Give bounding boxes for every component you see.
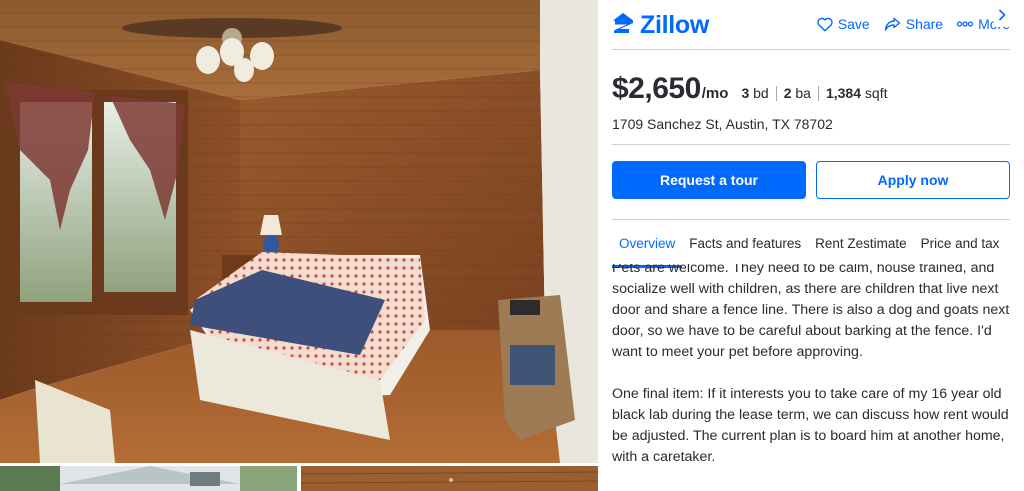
listing-description: Pets are welcome. They need to be calm, … — [612, 264, 1010, 491]
description-paragraph: Pets are welcome. They need to be calm, … — [612, 264, 1010, 360]
listing-tabs: Overview Facts and features Rent Zestima… — [612, 230, 1024, 268]
baths-fact: 2 ba — [775, 85, 818, 101]
listing-details-panel: Zillow Save Share $2,650 /mo 3 bd 2 ba 1… — [598, 0, 1024, 491]
panel-header: Zillow Save Share — [612, 0, 1010, 50]
request-tour-button[interactable]: Request a tour — [612, 161, 806, 199]
apply-now-button[interactable]: Apply now — [816, 161, 1010, 199]
bed-bath-sqft: 3 bd 2 ba 1,384 sqft — [741, 86, 894, 101]
sqft-count: 1,384 — [825, 85, 862, 101]
tab-facts-and-features[interactable]: Facts and features — [682, 230, 808, 268]
baths-count: 2 — [783, 85, 792, 101]
header-actions: Save Share More — [817, 16, 1010, 32]
sqft-fact: 1,384 sqft — [817, 85, 895, 101]
beds-label: bd — [753, 85, 769, 101]
share-label: Share — [905, 16, 944, 32]
beds-fact: 3 bd — [741, 86, 775, 101]
photo-gallery — [0, 0, 598, 491]
more-dots-icon — [957, 21, 974, 27]
description-paragraph: One final item: If it interests you to t… — [612, 386, 1009, 465]
zillow-logo[interactable]: Zillow — [612, 11, 709, 39]
chevron-right-icon — [998, 8, 1006, 26]
zillow-logo-text: Zillow — [640, 10, 710, 39]
zillow-logo-icon — [612, 12, 634, 39]
heart-icon — [817, 17, 833, 32]
listing-address: 1709 Sanchez St, Austin, TX 78702 — [612, 116, 833, 132]
tab-price-and-tax[interactable]: Price and tax — [914, 230, 1007, 268]
thumbnail-photo-interior[interactable] — [301, 466, 598, 491]
share-button[interactable]: Share — [884, 16, 943, 32]
save-label: Save — [837, 16, 870, 32]
divider — [612, 219, 1010, 220]
sqft-label: sqft — [864, 85, 888, 101]
baths-label: ba — [795, 85, 811, 101]
tabs-next-button[interactable] — [994, 7, 1010, 27]
price-summary: $2,650 /mo 3 bd 2 ba 1,384 sqft — [612, 72, 894, 106]
share-icon — [884, 17, 901, 32]
rent-period: /mo — [701, 85, 729, 102]
beds-count: 3 — [741, 85, 750, 101]
save-button[interactable]: Save — [817, 16, 870, 32]
tab-overview[interactable]: Overview — [612, 230, 683, 268]
divider — [612, 144, 1010, 145]
thumbnail-photo-exterior[interactable] — [0, 466, 297, 491]
main-listing-photo[interactable] — [0, 0, 598, 463]
rent-price: $2,650 — [612, 72, 701, 105]
tab-rent-zestimate[interactable]: Rent Zestimate — [808, 230, 914, 268]
